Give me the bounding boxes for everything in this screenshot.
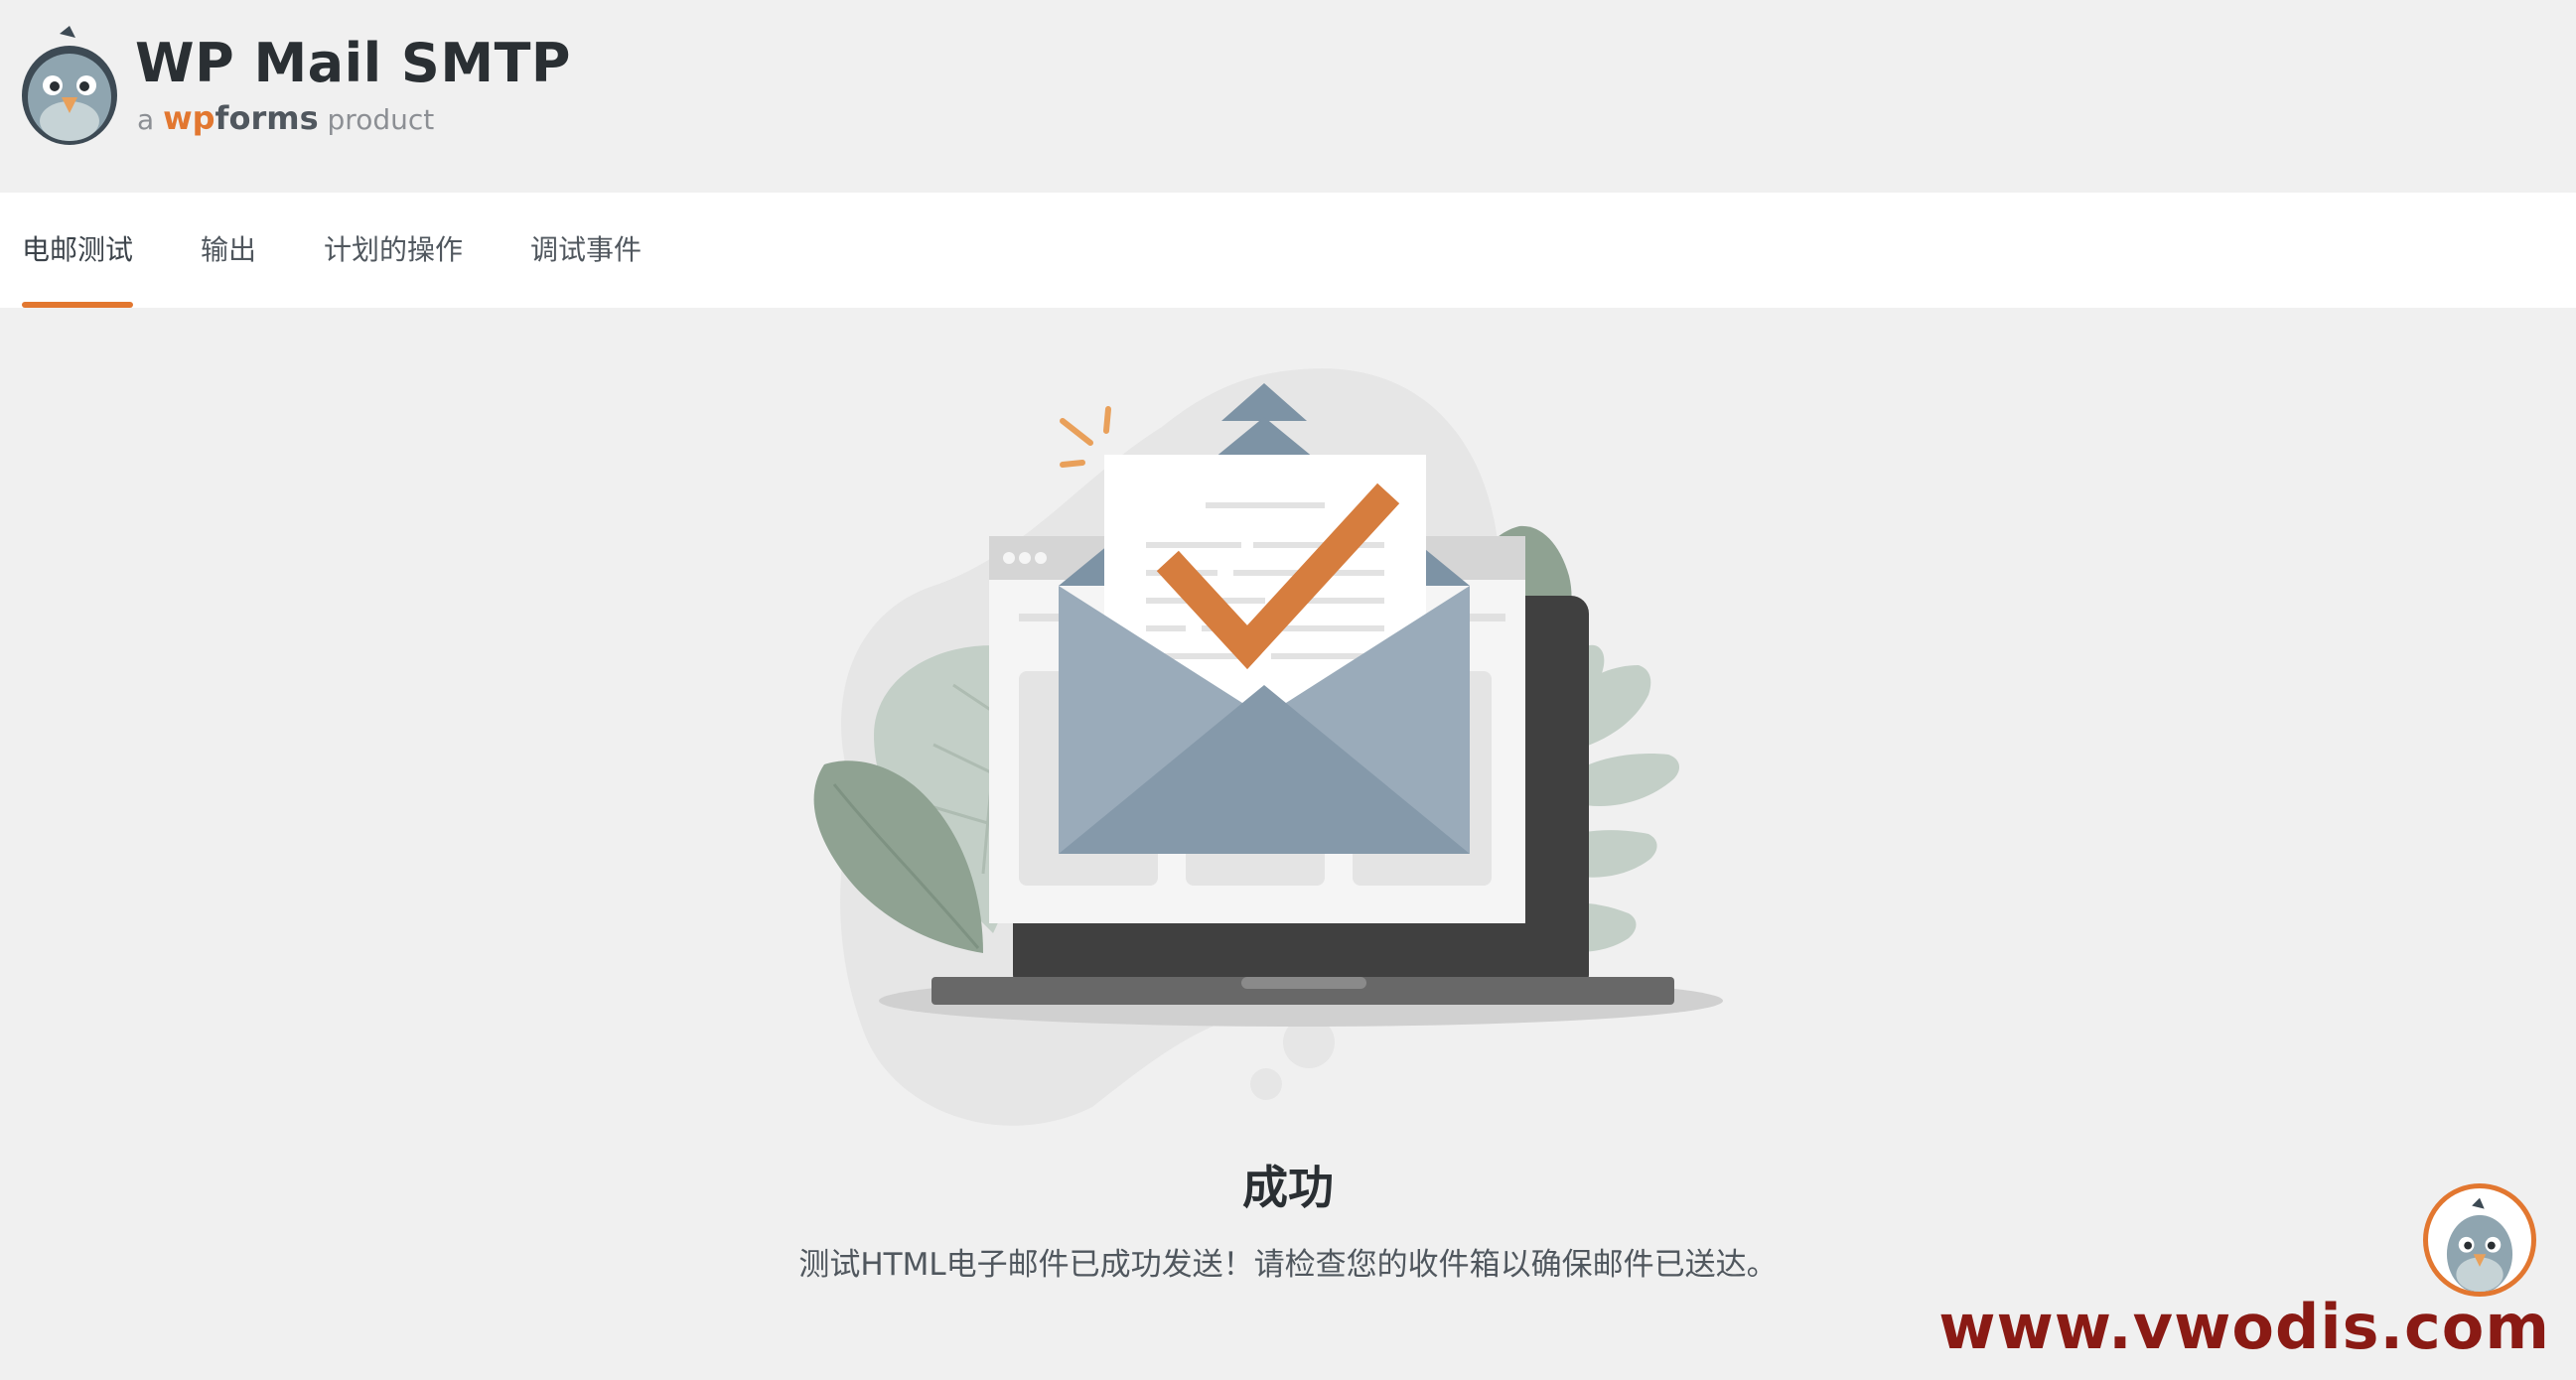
pigeon-help-icon	[2446, 1197, 2513, 1292]
wpforms-forms: forms	[215, 99, 319, 137]
tab-email-test[interactable]: 电邮测试	[22, 193, 134, 308]
tab-bar: 电邮测试 输出 计划的操作 调试事件	[0, 193, 2576, 308]
brand-subtitle-a: a	[137, 103, 155, 136]
tab-logs[interactable]: 输出	[201, 193, 256, 308]
help-button[interactable]	[2423, 1183, 2536, 1297]
result-title: 成功	[1242, 1161, 1334, 1214]
wpforms-wp: wp	[163, 99, 215, 137]
app-title: WP Mail SMTP	[135, 32, 571, 94]
result-message: 测试HTML电子邮件已成功发送！请检查您的收件箱以确保邮件已送达。	[798, 1247, 1778, 1283]
watermark-text: www.vwodis.com	[1938, 1291, 2550, 1363]
brand-subtitle-product: product	[327, 103, 435, 136]
tab-scheduled-actions[interactable]: 计划的操作	[324, 193, 463, 308]
tab-debug-events[interactable]: 调试事件	[530, 193, 642, 308]
pigeon-mascot-icon	[22, 26, 117, 145]
brand-subtitle: a wpforms product	[137, 99, 434, 137]
header: WP Mail SMTP a wpforms product	[0, 0, 2576, 193]
email-success-illustration	[813, 368, 1723, 1126]
